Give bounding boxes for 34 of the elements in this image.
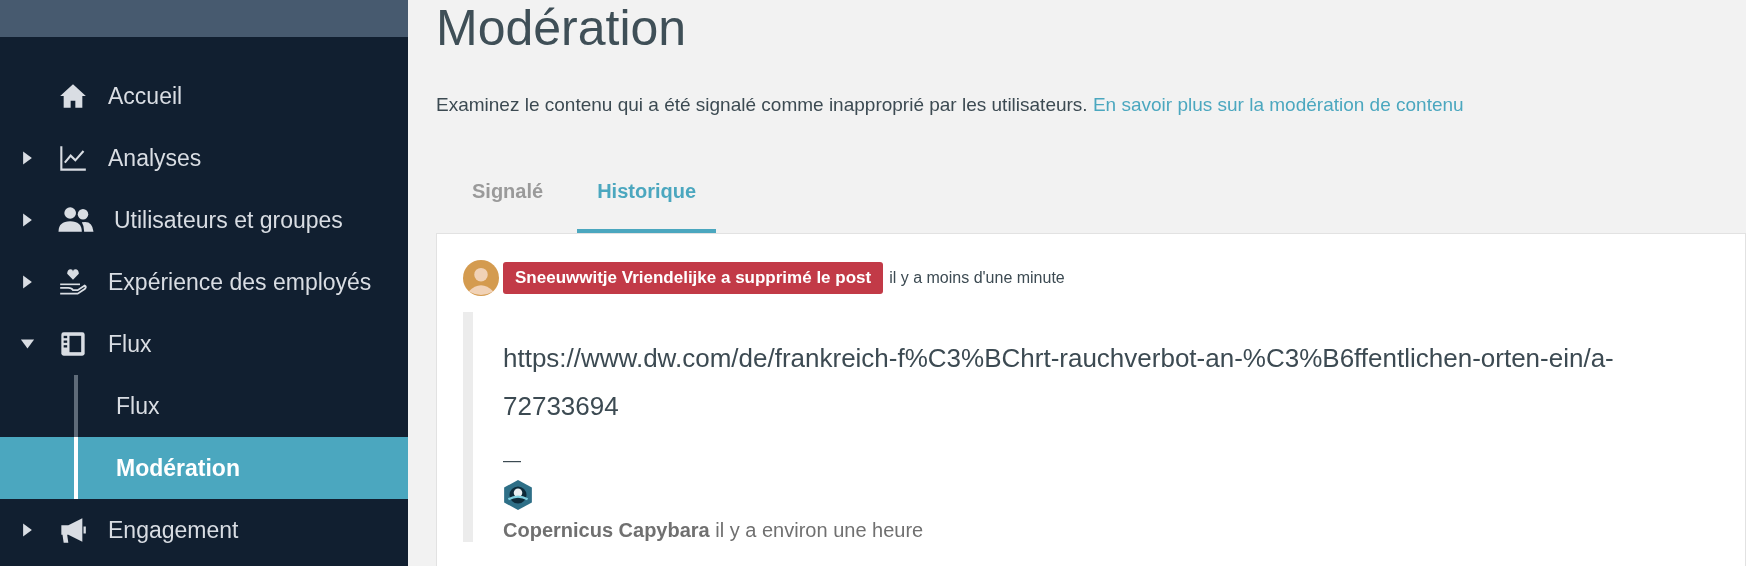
nav-item[interactable]: Engagement: [0, 499, 408, 561]
nav-label: Expérience des employés: [108, 268, 372, 296]
nav-subitem[interactable]: Flux: [78, 375, 408, 437]
megaphone-icon: [58, 516, 88, 544]
nav-item[interactable]: Expérience des employés: [0, 251, 408, 313]
caret-icon[interactable]: [22, 213, 33, 227]
caret-icon[interactable]: [22, 523, 33, 537]
line-chart-icon: [58, 144, 88, 172]
nav-label: Flux: [108, 330, 152, 358]
panel-icon: [58, 330, 88, 358]
page-description: Examinez le contenu qui a été signalé comme inapproprié par les utilisateurs.: [436, 94, 1088, 115]
nav-label: Engagement: [108, 516, 239, 544]
nav-label: Analyses: [108, 144, 202, 172]
caret-icon[interactable]: [22, 275, 33, 289]
home-icon: [58, 82, 88, 110]
users-icon: [58, 206, 94, 234]
heart-hand-icon: [58, 268, 88, 296]
avatar-icon: [463, 260, 499, 296]
page-title: Modération: [436, 0, 688, 56]
nav-label: Utilisateurs et groupes: [114, 206, 343, 234]
action-badge: Sneeuwwitje Vriendelijke a supprimé le post: [503, 262, 884, 294]
post-text: https://www.dw.com/de/frankreich-f%C3%BChrt-rauchverbot-an-%C3%B6ffentlichen-orten-ein/a-72733694: [503, 342, 1615, 423]
nav-label: Accueil: [108, 82, 183, 110]
post-time: il y a environ une heure: [715, 519, 924, 541]
timestamp: il y a moins d'une minute: [889, 269, 1065, 287]
nav-item[interactable]: Analyses: [0, 127, 408, 189]
post-author: Copernicus Capybara: [503, 519, 710, 541]
separator: —: [503, 450, 522, 471]
caret-icon[interactable]: [22, 151, 33, 165]
nav-item[interactable]: Accueil: [0, 65, 408, 127]
nav-item[interactable]: Flux: [0, 313, 408, 375]
nav-item[interactable]: Utilisateurs et groupes: [0, 189, 408, 251]
caret-icon[interactable]: [20, 338, 35, 350]
hexagon-logo-icon: [503, 479, 533, 511]
